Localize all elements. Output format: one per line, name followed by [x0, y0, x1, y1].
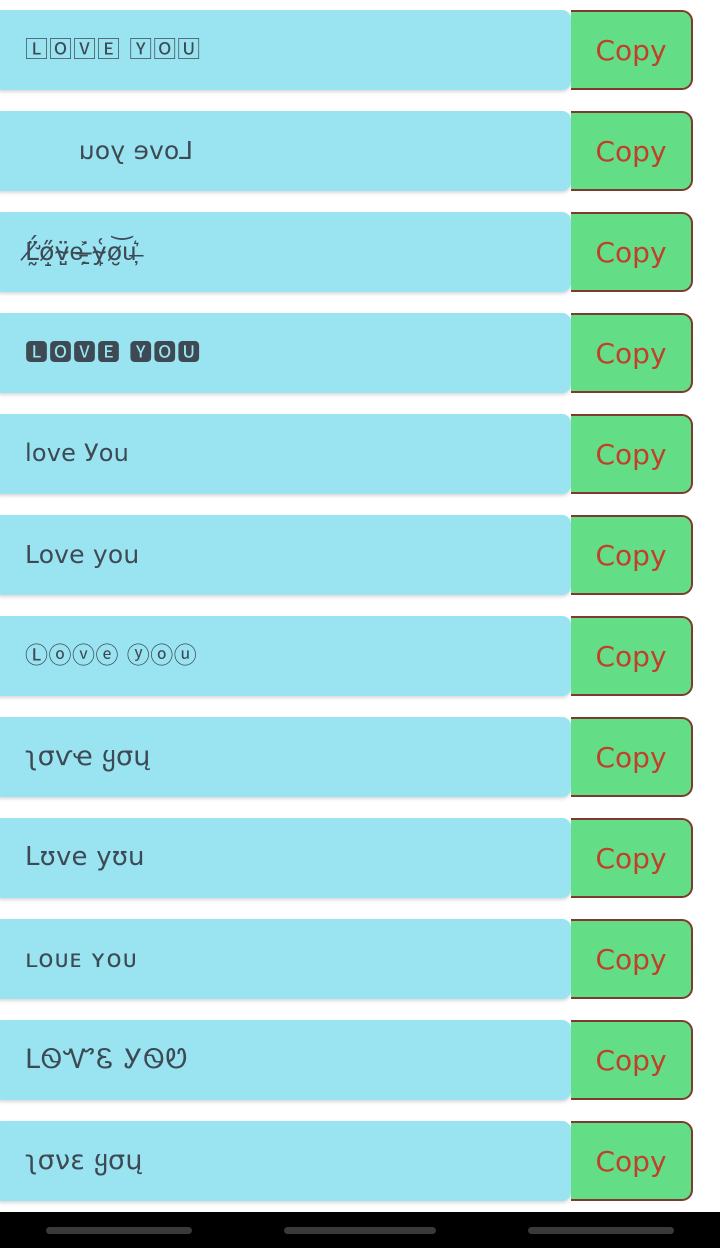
- row-inner: Love you Copy: [0, 515, 720, 595]
- nav-back-button[interactable]: [46, 1226, 192, 1234]
- text-style-row: ʅσνε ყσų Copy: [0, 1111, 720, 1212]
- text-style-row: Love you Copy: [0, 505, 720, 606]
- row-inner: L̸̛̰̈́ő̷̝v̴̺̈e̵̗͐ ̶̱̇y̴̙͑o̷̮͝u̶̦͛ Copy: [0, 212, 720, 292]
- text-style-list[interactable]: 🄻🄾🅅🄴 🅈🄾🅄 Copy Love you Copy L̸̛̰̈́ő̷̝v̴̺̈e̵̗…: [0, 0, 720, 1212]
- copy-button-label: Copy: [595, 942, 667, 976]
- styled-text-card[interactable]: Love you: [0, 515, 571, 595]
- styled-text-card[interactable]: L̸̛̰̈́ő̷̝v̴̺̈e̵̗͐ ̶̱̇y̴̙͑o̷̮͝u̶̦͛: [0, 212, 571, 292]
- styled-text-value: 🄻🄾🅅🄴 🅈🄾🅄: [25, 36, 202, 63]
- copy-button-label: Copy: [595, 336, 667, 370]
- styled-text-card[interactable]: ʅσѵҽ ყσų: [0, 717, 571, 797]
- styled-text-value: Lʊve yʊu: [25, 842, 145, 873]
- row-inner: Lʊve yʊu Copy: [0, 818, 720, 898]
- styled-text-card[interactable]: ʟᴏᴜᴇ ʏᴏᴜ: [0, 919, 571, 999]
- text-style-row: Love you Copy: [0, 101, 720, 202]
- row-inner: Love you Copy: [0, 111, 720, 191]
- copy-button-label: Copy: [595, 841, 667, 875]
- android-navigation-bar: [0, 1212, 720, 1248]
- copy-button-label: Copy: [595, 639, 667, 673]
- text-style-row: Ⓛⓞⓥⓔ ⓨⓞⓤ Copy: [0, 606, 720, 707]
- text-style-row: Lʊve yʊu Copy: [0, 808, 720, 909]
- text-style-row: love Уou Copy: [0, 404, 720, 505]
- copy-button[interactable]: Copy: [571, 919, 693, 999]
- row-inner: ʟᴏᴜᴇ ʏᴏᴜ Copy: [0, 919, 720, 999]
- copy-button-label: Copy: [595, 1043, 667, 1077]
- copy-button[interactable]: Copy: [571, 1020, 693, 1100]
- text-style-row: ᒪᏫᏉᏋ ᎩᏫᏬ Copy: [0, 1010, 720, 1111]
- styled-text-card[interactable]: 🄻🄾🅅🄴 🅈🄾🅄: [0, 10, 571, 90]
- row-inner: Ⓛⓞⓥⓔ ⓨⓞⓤ Copy: [0, 616, 720, 696]
- copy-button-label: Copy: [595, 235, 667, 269]
- copy-button[interactable]: Copy: [571, 818, 693, 898]
- styled-text-value: ʅσνε ყσų: [25, 1144, 143, 1176]
- copy-button-label: Copy: [595, 538, 667, 572]
- row-inner: 🄻🄾🅅🄴 🅈🄾🅄 Copy: [0, 10, 720, 90]
- styled-text-card[interactable]: Love you: [0, 111, 571, 191]
- copy-button-label: Copy: [595, 740, 667, 774]
- copy-button-label: Copy: [595, 1144, 667, 1178]
- styled-text-card[interactable]: Ⓛⓞⓥⓔ ⓨⓞⓤ: [0, 616, 571, 696]
- copy-button[interactable]: Copy: [571, 313, 693, 393]
- copy-button[interactable]: Copy: [571, 616, 693, 696]
- copy-button[interactable]: Copy: [571, 10, 693, 90]
- nav-recents-button[interactable]: [528, 1226, 674, 1234]
- text-style-row: ʅσѵҽ ყσų Copy: [0, 707, 720, 808]
- copy-button[interactable]: Copy: [571, 111, 693, 191]
- row-inner: 🅻🅾🆅🅴 🆈🅾🆄 Copy: [0, 313, 720, 393]
- row-inner: love Уou Copy: [0, 414, 720, 494]
- styled-text-card[interactable]: ᒪᏫᏉᏋ ᎩᏫᏬ: [0, 1020, 571, 1100]
- styled-text-card[interactable]: love Уou: [0, 414, 571, 494]
- row-inner: ʅσѵҽ ყσų Copy: [0, 717, 720, 797]
- copy-button[interactable]: Copy: [571, 717, 693, 797]
- styled-text-card[interactable]: ʅσνε ყσų: [0, 1121, 571, 1201]
- copy-button-label: Copy: [595, 437, 667, 471]
- styled-text-card[interactable]: 🅻🅾🆅🅴 🆈🅾🆄: [0, 313, 571, 393]
- styled-text-value: L̸̛̰̈́ő̷̝v̴̺̈e̵̗͐ ̶̱̇y̴̙͑o̷̮͝u̶̦͛: [25, 236, 137, 266]
- styled-text-value: ʅσѵҽ ყσų: [25, 740, 151, 772]
- app-root: 🄻🄾🅅🄴 🅈🄾🅄 Copy Love you Copy L̸̛̰̈́ő̷̝v̴̺̈e̵̗…: [0, 0, 720, 1248]
- text-style-row: 🄻🄾🅅🄴 🅈🄾🅄 Copy: [0, 0, 720, 101]
- copy-button[interactable]: Copy: [571, 414, 693, 494]
- text-style-row: 🅻🅾🆅🅴 🆈🅾🆄 Copy: [0, 303, 720, 404]
- copy-button[interactable]: Copy: [571, 515, 693, 595]
- styled-text-value: Ⓛⓞⓥⓔ ⓨⓞⓤ: [25, 642, 198, 669]
- copy-button-label: Copy: [595, 134, 667, 168]
- styled-text-card[interactable]: Lʊve yʊu: [0, 818, 571, 898]
- copy-button[interactable]: Copy: [571, 1121, 693, 1201]
- row-inner: ʅσνε ყσų Copy: [0, 1121, 720, 1201]
- text-style-row: L̸̛̰̈́ő̷̝v̴̺̈e̵̗͐ ̶̱̇y̴̙͑o̷̮͝u̶̦͛ Copy: [0, 202, 720, 303]
- row-inner: ᒪᏫᏉᏋ ᎩᏫᏬ Copy: [0, 1020, 720, 1100]
- styled-text-value: Love you: [78, 135, 193, 165]
- styled-text-value: 🅻🅾🆅🅴 🆈🅾🆄: [25, 339, 202, 366]
- nav-home-button[interactable]: [284, 1226, 436, 1234]
- copy-button[interactable]: Copy: [571, 212, 693, 292]
- styled-text-value: love Уou: [25, 439, 130, 468]
- styled-text-value: ʟᴏᴜᴇ ʏᴏᴜ: [25, 943, 138, 973]
- styled-text-value: ᒪᏫᏉᏋ ᎩᏫᏬ: [25, 1043, 189, 1075]
- text-style-row: ʟᴏᴜᴇ ʏᴏᴜ Copy: [0, 909, 720, 1010]
- copy-button-label: Copy: [595, 33, 667, 67]
- styled-text-value: Love you: [25, 539, 140, 569]
